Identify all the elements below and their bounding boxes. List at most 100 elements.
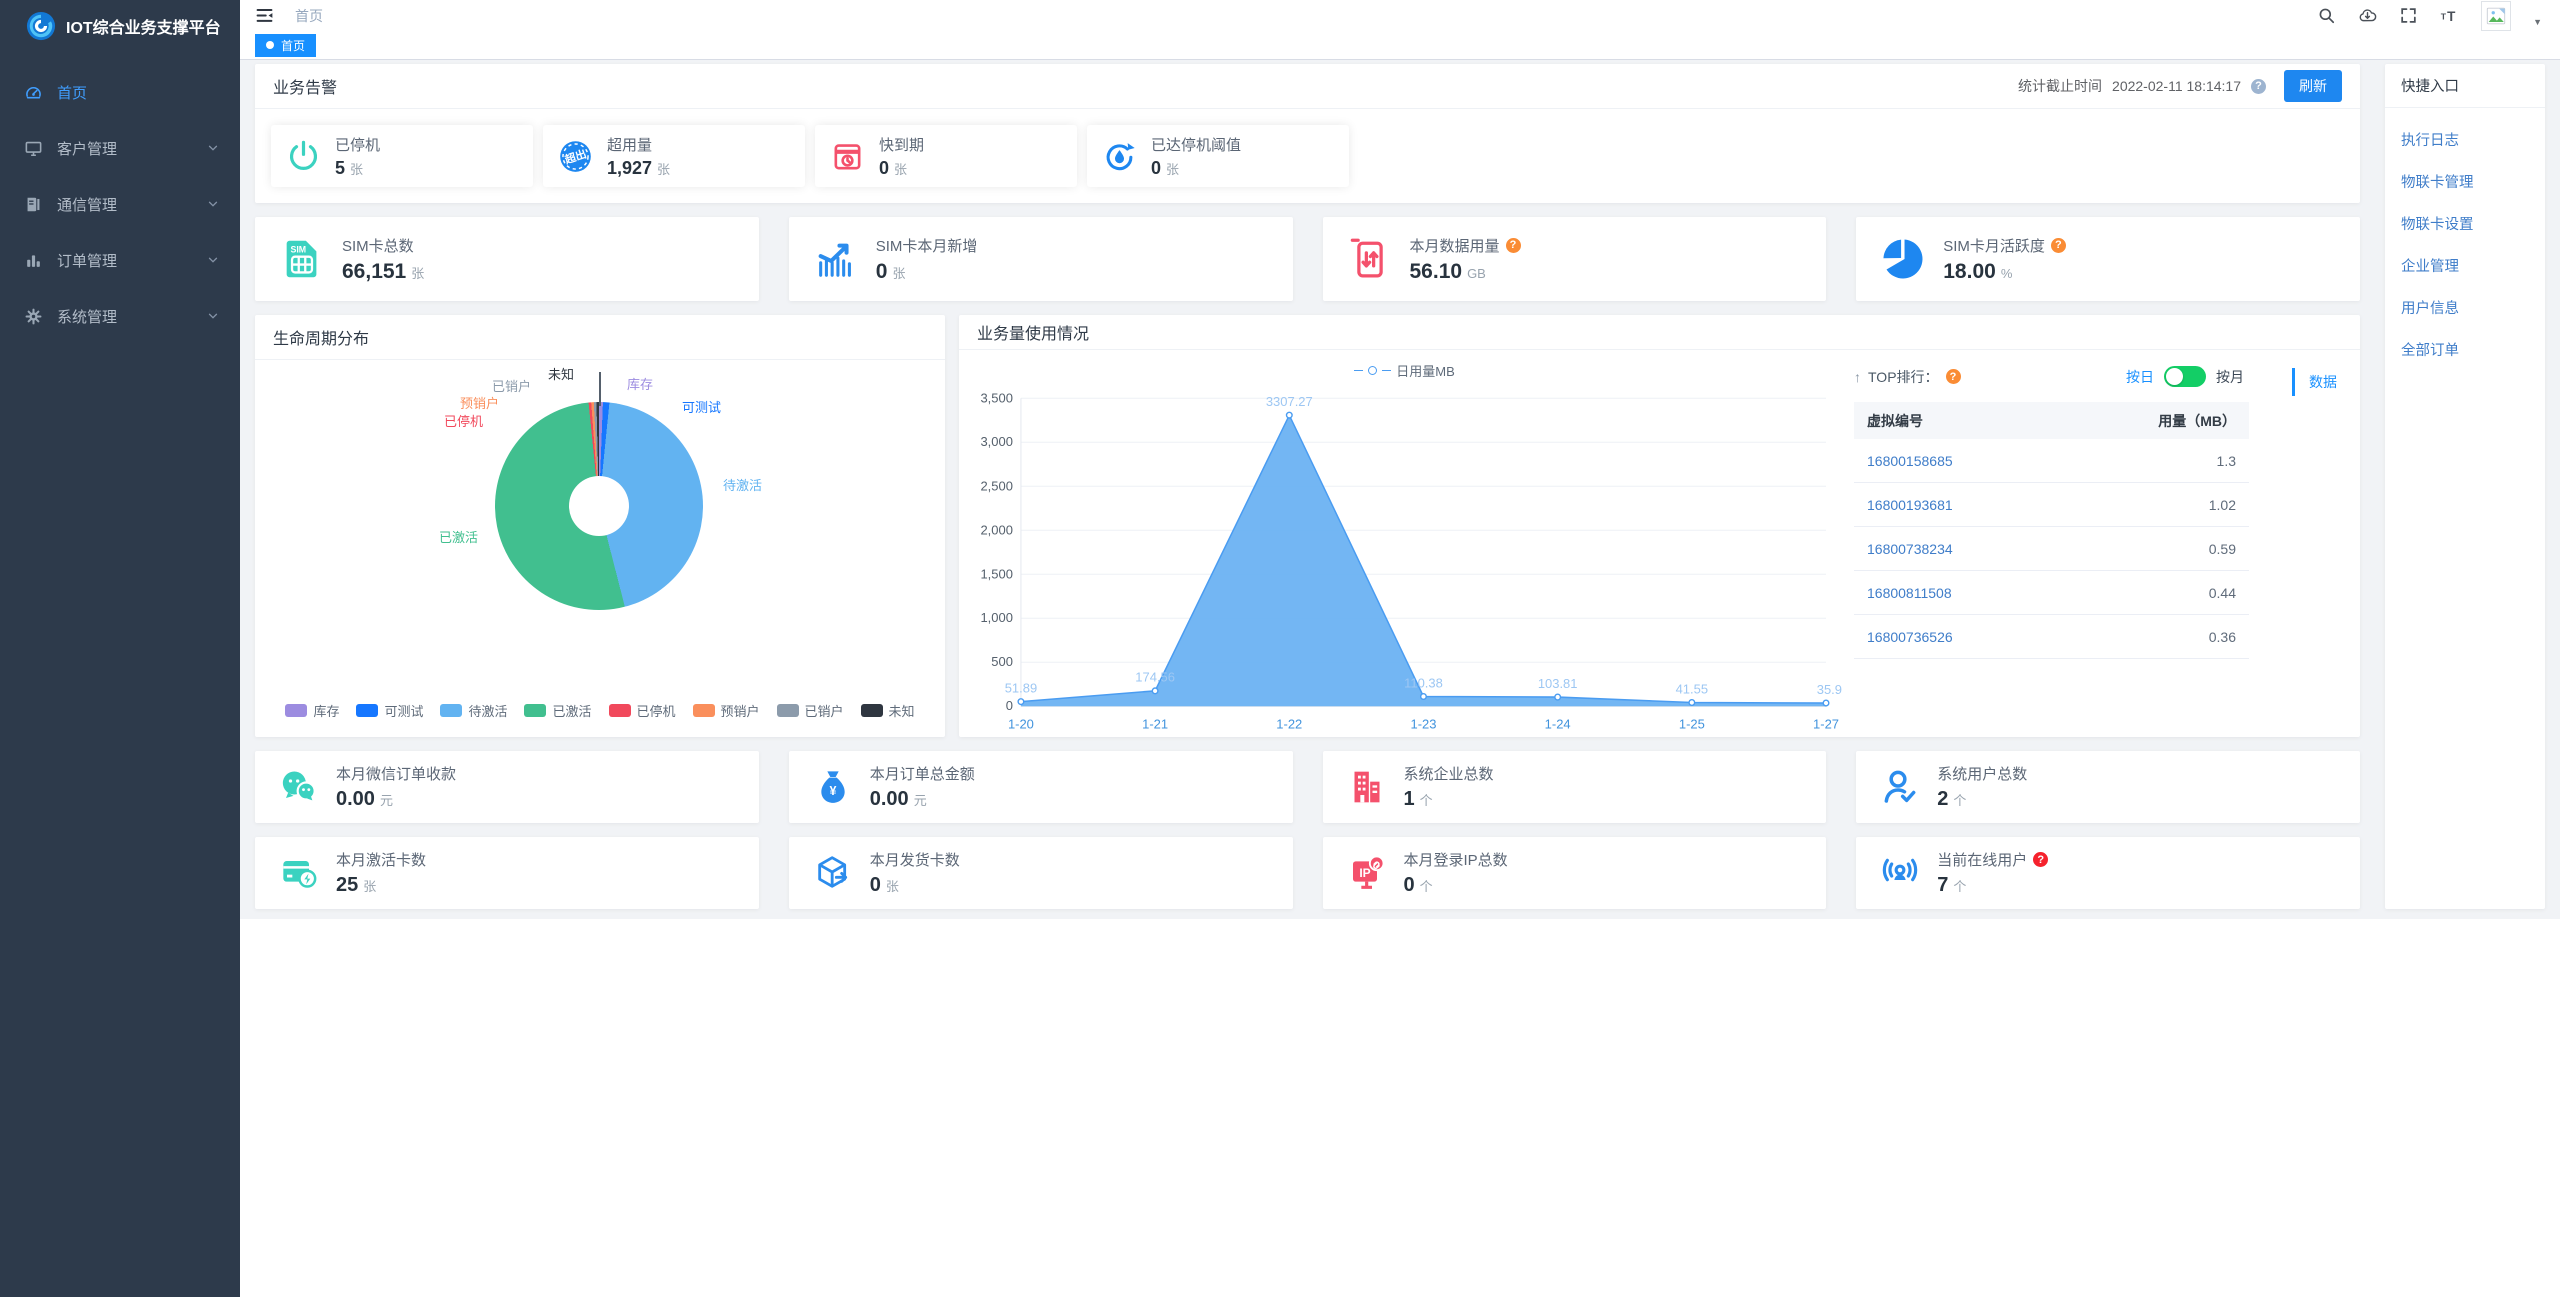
app-root: IOT综合业务支撑平台 首页 客户管理 通信管理 订单管理 系统管理 首页 TT ▼ 首… [0,0,2560,1297]
search-icon[interactable] [2317,6,2336,25]
svg-text:1-27: 1-27 [1813,717,1839,732]
tab-home[interactable]: 首页 [255,33,317,57]
top-table-row: 16800193681 1.02 [1854,483,2249,528]
help-icon[interactable]: ? [2033,852,2049,867]
tab-data[interactable]: 数据 [2292,368,2344,397]
chevron-down-icon [206,253,220,267]
legend-label: 未知 [888,704,915,719]
help-icon[interactable]: ? [2050,237,2066,253]
quick-link-5[interactable]: 用户信息 [2401,297,2529,318]
toggle-by-month-label[interactable]: 按月 [2216,367,2244,387]
font-size-icon[interactable]: TT [2440,6,2459,25]
legend-label: 已销户 [804,704,844,719]
stat-title: 已达停机阈值 [1151,136,1242,154]
stat-title: SIM卡本月新增 [875,237,978,255]
business-alert-panel: 业务告警 统计截止时间 2022-02-11 18:14:17 ? 刷新 已停机… [255,64,2360,203]
legend-item[interactable]: 已销户 [776,701,844,720]
caret-down-icon[interactable]: ▼ [2533,17,2542,31]
sidebar-item-system-management[interactable]: 系统管理 [0,288,240,344]
legend-item[interactable]: 未知 [860,701,915,720]
svg-text:1-22: 1-22 [1276,717,1302,732]
virtual-number-link[interactable]: 16800736526 [1867,629,1953,645]
sidebar-item-home[interactable]: 首页 [0,64,240,120]
line-legend[interactable]: 日用量MB [965,358,1844,382]
tab-label: 首页 [281,38,306,53]
help-icon[interactable]: ? [2251,78,2266,94]
collapse-sidebar-icon[interactable] [254,5,275,26]
stat-value: 25 [336,874,359,896]
lifecycle-pie-area: 库存 可测试 待激活 已激活 已停机 预销户 已销户 未知 [255,360,945,691]
sidebar-item-label: 客户管理 [57,140,118,158]
refresh-button[interactable]: 刷新 [2284,70,2342,102]
svg-text:1-25: 1-25 [1679,717,1705,732]
card-activate-icon [279,853,319,893]
quick-link-2[interactable]: 物联卡管理 [2401,171,2529,192]
legend-swatch-icon [776,704,799,717]
pie-leader-line [599,372,601,406]
stat-unit: 个 [1419,879,1433,894]
user-check-icon [1880,767,1920,807]
stat-card-over-usage: 超出 超用量 1,927 张 [543,125,805,187]
stat-unit: 张 [892,265,906,281]
pie-callout-label: 已激活 [439,530,479,545]
line-series-label: 日用量MB [1396,363,1455,379]
panel-title: 业务量使用情况 [977,326,1090,344]
svg-text:IP: IP [1359,866,1370,880]
svg-text:1,000: 1,000 [980,611,1012,626]
quick-link-1[interactable]: 执行日志 [2401,129,2529,150]
stat-value: 2 [1937,788,1949,810]
gear-icon [24,307,43,326]
virtual-number-link[interactable]: 16800811508 [1867,585,1952,601]
sidebar-item-order-management[interactable]: 订单管理 [0,232,240,288]
legend-item[interactable]: 预销户 [692,701,760,720]
virtual-number-link[interactable]: 16800158685 [1867,453,1953,469]
usage-line-chart: 0 500 1,000 1,500 2,000 2,500 3,000 3,500 51.89 1… [965,382,1844,737]
help-icon[interactable]: ? [1505,237,1521,253]
stat-value: 0.00 [336,788,375,810]
period-toggle-switch[interactable] [2164,366,2206,388]
user-avatar[interactable] [2481,0,2512,31]
legend-item[interactable]: 库存 [285,701,339,720]
svg-text:1-21: 1-21 [1142,717,1168,732]
stat-unit: 个 [1953,793,1967,808]
shipping-box-icon [813,853,853,893]
sidebar-item-communication-management[interactable]: 通信管理 [0,176,240,232]
legend-item[interactable]: 可测试 [356,701,423,720]
virtual-number-link[interactable]: 16800193681 [1867,497,1953,513]
svg-text:2,000: 2,000 [980,523,1012,538]
virtual-number-link[interactable]: 16800738234 [1867,541,1953,557]
table-body: 16800158685 1.3 16800193681 1.02 16800738234… [1854,439,2249,660]
breadcrumb[interactable]: 首页 [295,6,323,26]
trend-up-icon [813,236,859,282]
stats-row-3: 本月微信订单收款 0.00 元 ¥ 本月订单总金额 0.00 元系统企业总数 1 个系统用户总数… [255,751,2360,823]
quick-link-4[interactable]: 企业管理 [2401,255,2529,276]
stat-card-shipped-cards-this-month: 本月发货卡数 0 张 [788,837,1293,909]
pie-callout-label: 库存 [627,377,654,392]
legend-dash-icon [1354,369,1364,371]
stat-title: SIM卡月活跃度 [1943,237,2045,255]
main-area: 首页 TT ▼ 首页 业务告警 统计截止时间 2022-02-11 18:14:… [240,0,2560,1297]
stat-value: 1,927 [607,157,653,178]
help-icon[interactable]: ? [1945,369,1961,385]
column-header-usage-mb: 用量（MB） [2158,412,2236,429]
legend-item[interactable]: 已激活 [524,701,592,720]
top-ranking-table: 虚拟编号 用量（MB） 16800158685 1.3 16800193681 1.0… [1854,402,2249,660]
navbar-actions: TT ▼ [2317,0,2542,31]
svg-text:51.89: 51.89 [1005,681,1037,696]
cloud-download-icon[interactable] [2358,6,2377,25]
quick-link-3[interactable]: 物联卡设置 [2401,213,2529,234]
legend-label: 已激活 [552,704,592,719]
legend-item[interactable]: 已停机 [608,701,676,720]
sidebar-item-customer-management[interactable]: 客户管理 [0,120,240,176]
usage-value: 0.44 [2208,584,2236,601]
chevron-down-icon [206,141,220,155]
wechat-icon [279,767,319,807]
panel-title: 业务告警 [273,80,338,97]
toggle-by-day-label[interactable]: 按日 [2126,367,2154,387]
fullscreen-icon[interactable] [2399,6,2418,25]
legend-item[interactable]: 待激活 [440,701,507,720]
stat-value: 0 [1403,874,1415,896]
quick-link-6[interactable]: 全部订单 [2401,339,2529,360]
customer-monitor-icon [24,139,43,158]
usage-value: 0.59 [2208,540,2236,557]
